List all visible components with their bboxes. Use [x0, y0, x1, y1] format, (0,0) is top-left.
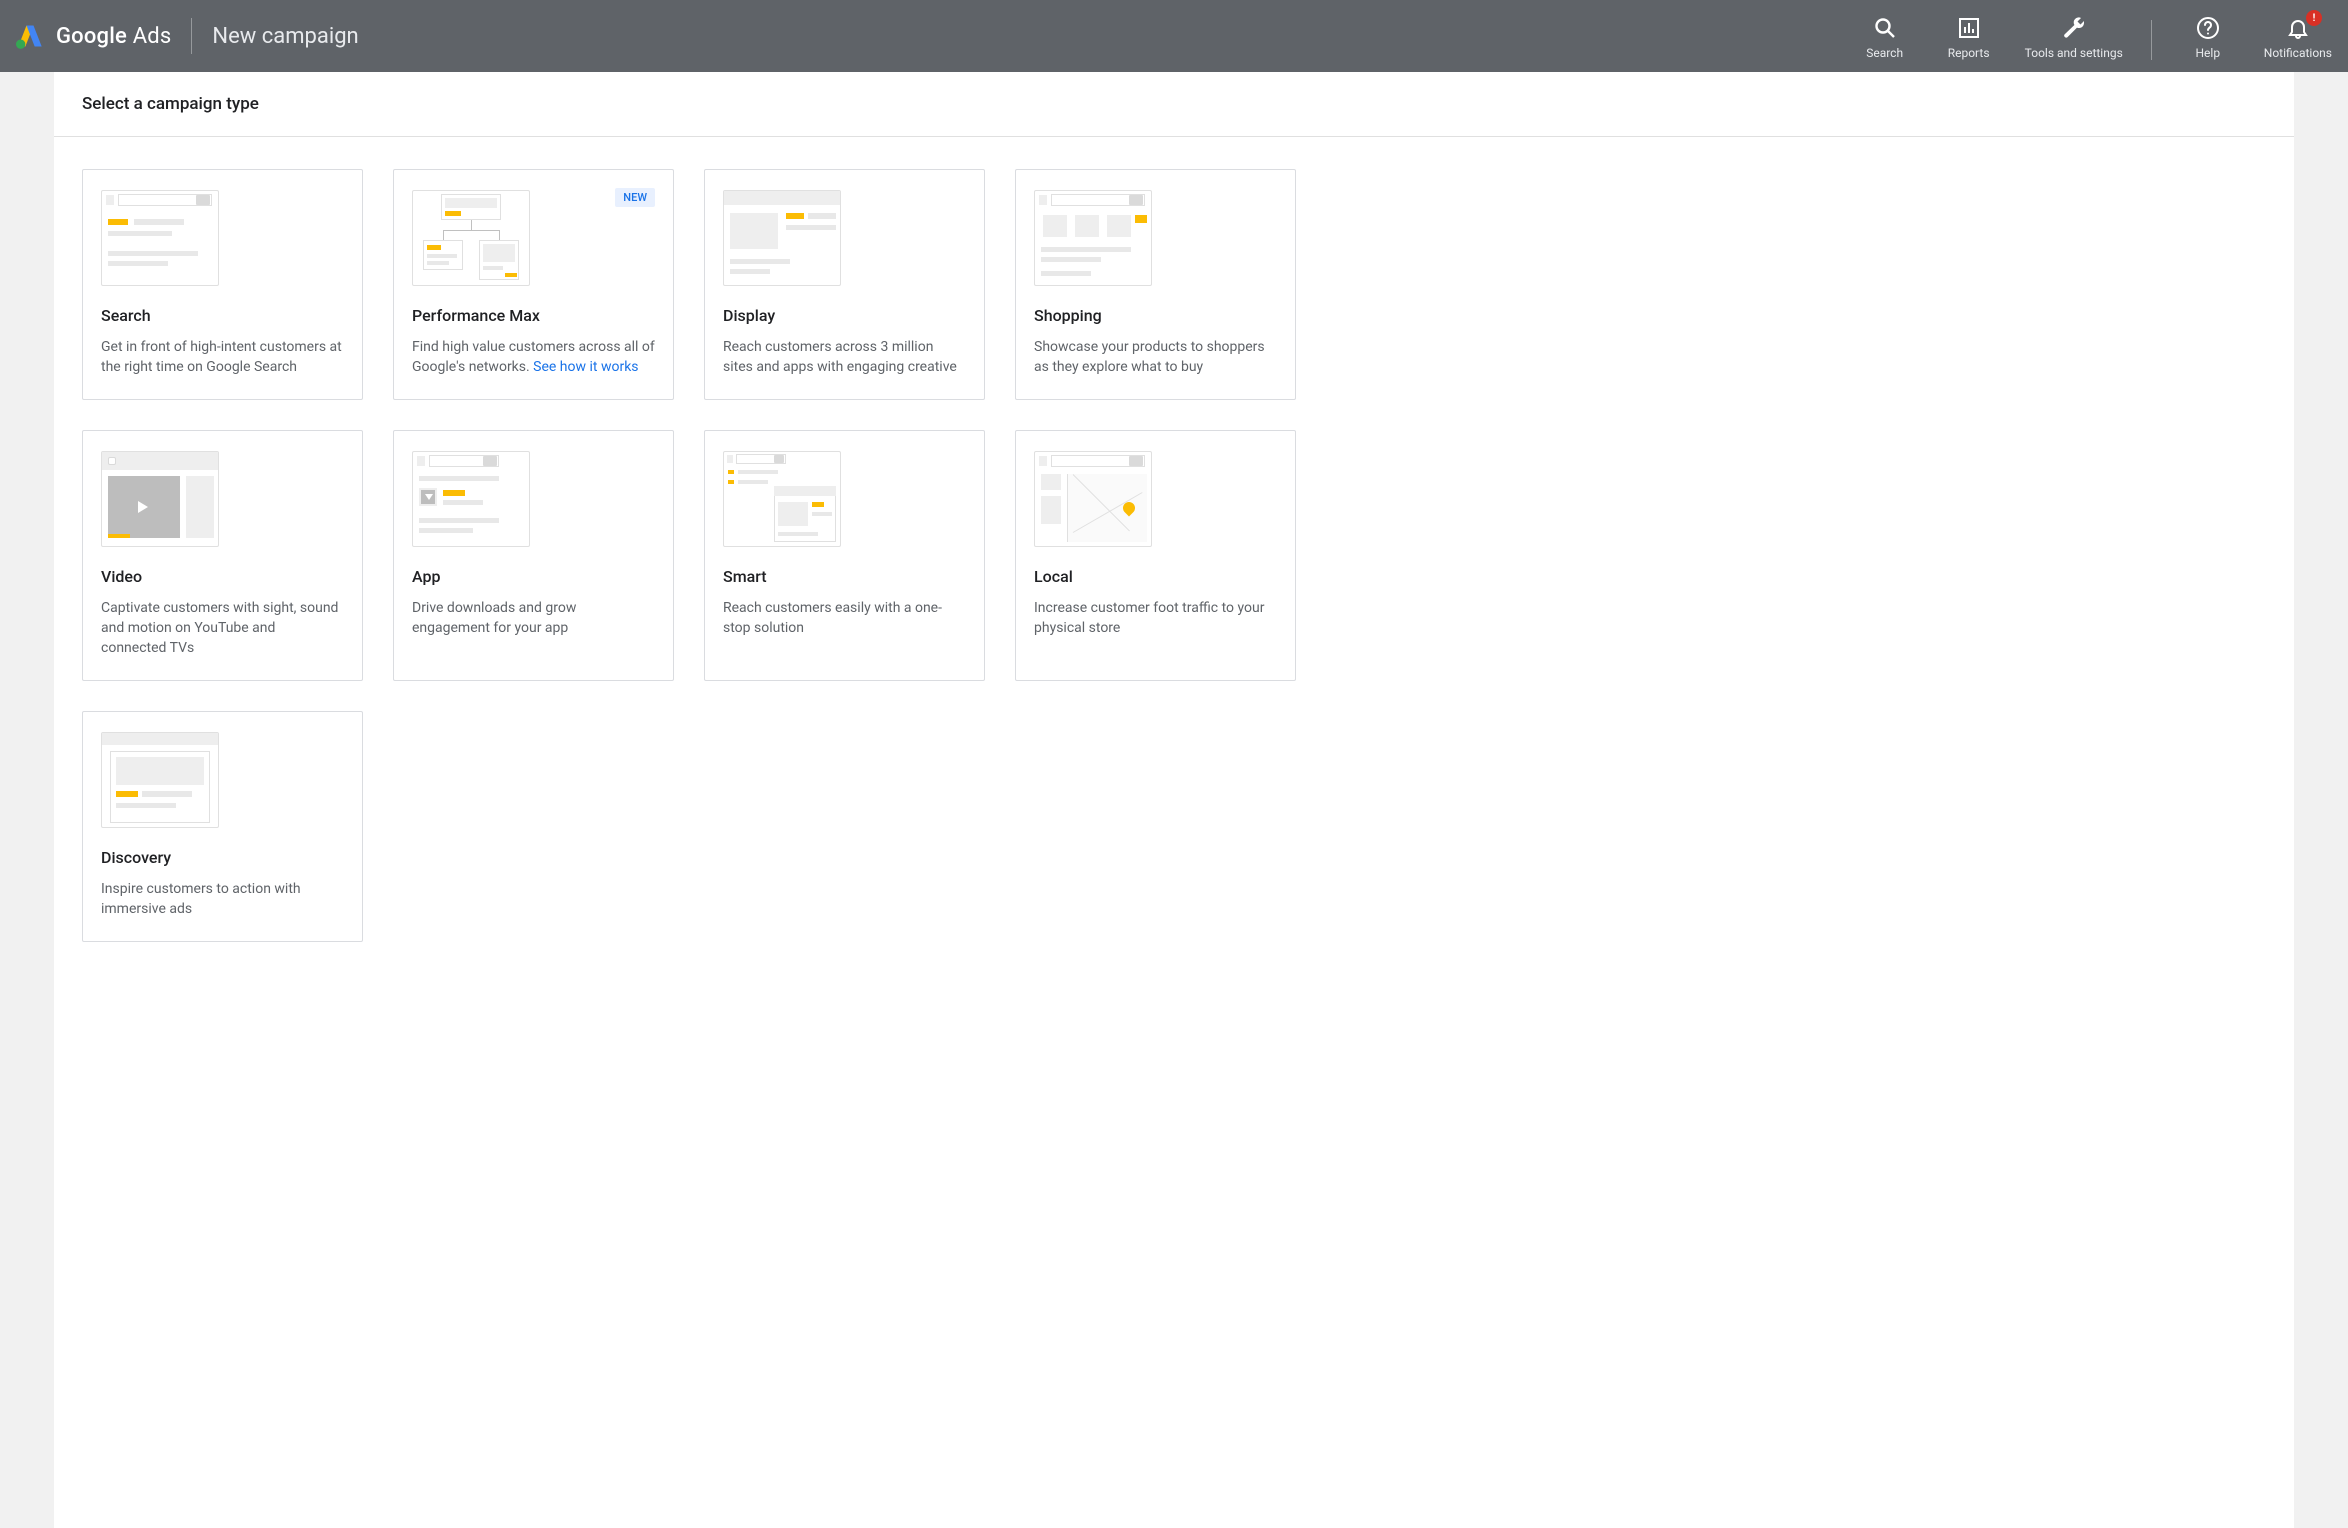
campaign-card-video[interactable]: Video Captivate customers with sight, so…	[82, 430, 363, 681]
campaign-card-local[interactable]: Local Increase customer foot traffic to …	[1015, 430, 1296, 681]
card-title: Display	[723, 306, 966, 325]
google-ads-logo-icon	[16, 22, 44, 50]
card-desc: Reach customers easily with a one-stop s…	[723, 598, 966, 638]
campaign-card-pmax[interactable]: NEW Performance Max Find high	[393, 169, 674, 400]
main-panel: Select a campaign type Search Get in fro…	[54, 72, 2294, 1528]
see-how-link[interactable]: See how it works	[533, 359, 638, 375]
search-label: Search	[1866, 46, 1903, 60]
card-desc: Inspire customers to action with immersi…	[101, 879, 344, 919]
card-desc: Find high value customers across all of …	[412, 337, 655, 377]
campaign-card-search[interactable]: Search Get in front of high-intent custo…	[82, 169, 363, 400]
help-label: Help	[2195, 46, 2220, 60]
thumb-display	[723, 190, 841, 286]
card-title: Video	[101, 567, 344, 586]
card-desc: Drive downloads and grow engagement for …	[412, 598, 655, 638]
card-title: Shopping	[1034, 306, 1277, 325]
campaign-card-display[interactable]: Display Reach customers across 3 million…	[704, 169, 985, 400]
campaign-card-smart[interactable]: Smart Reach customers easily with a one-…	[704, 430, 985, 681]
card-title: Smart	[723, 567, 966, 586]
thumb-local	[1034, 451, 1152, 547]
notification-badge: !	[2306, 10, 2322, 26]
thumb-pmax	[412, 190, 530, 286]
help-icon	[2196, 16, 2220, 40]
card-desc: Captivate customers with sight, sound an…	[101, 598, 344, 658]
card-desc: Get in front of high-intent customers at…	[101, 337, 344, 377]
new-badge: NEW	[615, 188, 655, 207]
reports-label: Reports	[1948, 46, 1990, 60]
product-logo[interactable]: Google Ads	[16, 22, 171, 50]
notifications-label: Notifications	[2264, 46, 2332, 60]
card-title: Search	[101, 306, 344, 325]
wrench-icon	[2062, 16, 2086, 40]
notifications-button[interactable]: ! Notifications	[2264, 12, 2332, 60]
tools-button[interactable]: Tools and settings	[2025, 12, 2123, 60]
campaign-card-discovery[interactable]: Discovery Inspire customers to action wi…	[82, 711, 363, 942]
help-button[interactable]: Help	[2180, 12, 2236, 60]
thumb-search	[101, 190, 219, 286]
header-divider-2	[2151, 20, 2152, 60]
reports-button[interactable]: Reports	[1941, 12, 1997, 60]
campaign-card-app[interactable]: App Drive downloads and grow engagement …	[393, 430, 674, 681]
reports-icon	[1957, 16, 1981, 40]
thumb-discovery	[101, 732, 219, 828]
card-title: Discovery	[101, 848, 344, 867]
thumb-shopping	[1034, 190, 1152, 286]
search-icon	[1873, 16, 1897, 40]
header-actions: Search Reports Tools and settings	[1857, 12, 2332, 60]
card-title: App	[412, 567, 655, 586]
card-desc: Increase customer foot traffic to your p…	[1034, 598, 1277, 638]
app-header: Google Ads New campaign Search Reports	[0, 0, 2348, 72]
campaign-type-grid: Search Get in front of high-intent custo…	[54, 137, 2294, 974]
card-title: Performance Max	[412, 306, 655, 325]
section-title: Select a campaign type	[54, 72, 2294, 137]
search-button[interactable]: Search	[1857, 12, 1913, 60]
card-title: Local	[1034, 567, 1277, 586]
tools-label: Tools and settings	[2025, 46, 2123, 60]
thumb-video	[101, 451, 219, 547]
campaign-card-shopping[interactable]: Shopping Showcase your products to shopp…	[1015, 169, 1296, 400]
card-desc: Reach customers across 3 million sites a…	[723, 337, 966, 377]
header-divider	[191, 18, 192, 54]
thumb-smart	[723, 451, 841, 547]
product-name: Google Ads	[56, 24, 171, 49]
thumb-app	[412, 451, 530, 547]
page-title: New campaign	[212, 24, 358, 49]
card-desc: Showcase your products to shoppers as th…	[1034, 337, 1277, 377]
